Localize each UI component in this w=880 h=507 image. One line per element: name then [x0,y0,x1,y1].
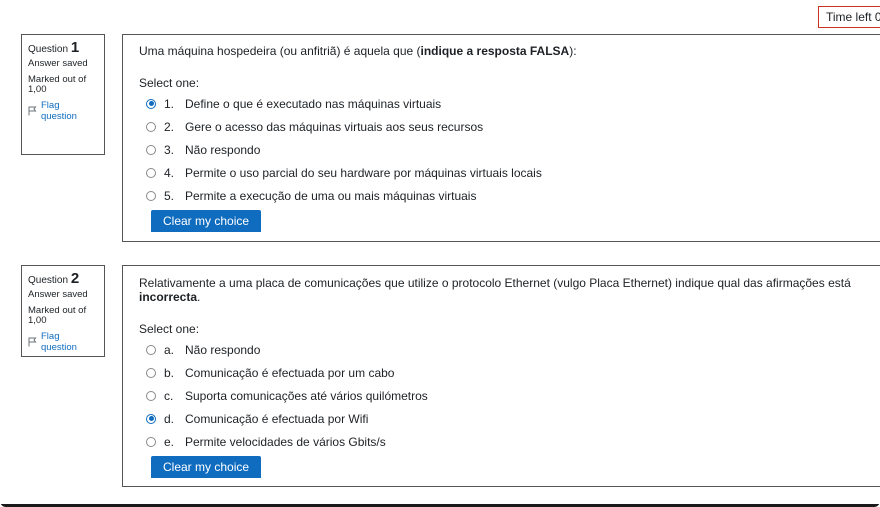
question-number: Question 1 [28,39,98,56]
time-left-indicator: Time left 0 [818,6,880,28]
answer-number: 4. [164,165,175,180]
answer-label: Permite a execução de uma ou mais máquin… [185,188,477,203]
question-info-2: Question 2 Answer saved Marked out of 1,… [21,265,105,357]
radio-button[interactable] [146,144,156,155]
answer-label: Define o que é executado nas máquinas vi… [185,96,442,111]
radio-button[interactable] [146,344,156,355]
answer-label: Comunicação é efectuada por um cabo [185,365,395,380]
radio-button[interactable] [146,167,156,178]
answer-number: d. [164,411,175,426]
quiz-page: Time left 0 Question 1 Answer saved Mark… [0,0,880,507]
answer-option[interactable]: 3. Não respondo [139,138,866,161]
answer-number: 5. [164,188,175,203]
answer-number: 2. [164,119,175,134]
flag-icon [28,337,37,347]
question-content-1: Uma máquina hospedeira (ou anfitriã) é a… [122,34,880,242]
radio-button[interactable] [146,367,156,378]
flag-question-label: Flag question [41,331,77,353]
question-label: Question [28,44,69,55]
question-text-part: . [197,290,201,304]
question-state: Answer saved [28,289,88,300]
question-state: Answer saved [28,58,88,69]
answer-options: 1. Define o que é executado nas máquinas … [139,92,866,207]
radio-button[interactable] [146,190,156,201]
question-grade: Marked out of 1,00 [28,74,87,95]
radio-button[interactable] [146,121,156,132]
radio-button[interactable] [146,413,156,424]
question-number-value: 1 [70,39,80,56]
question-label: Question [28,275,69,286]
flag-question-link[interactable]: Flag question [28,100,98,122]
answer-number: 3. [164,142,175,157]
question-info-1: Question 1 Answer saved Marked out of 1,… [21,34,105,155]
question-content-2: Relativamente a uma placa de comunicaçõe… [122,265,880,487]
flag-question-link[interactable]: Flag question [28,331,98,353]
answer-number: b. [164,365,175,380]
answer-option[interactable]: d. Comunicação é efectuada por Wifi [139,407,866,430]
answer-options: a. Não respondo b. Comunicação é efectuada… [139,338,866,453]
answer-label: Permite o uso parcial do seu hardware po… [185,165,542,180]
answer-number: 1. [164,96,175,111]
answer-option[interactable]: e. Permite velocidades de vários Gbits/s [139,430,866,453]
answer-label: Não respondo [185,142,261,157]
answer-option[interactable]: b. Comunicação é efectuada por um cabo [139,361,866,384]
radio-button[interactable] [146,436,156,447]
question-text-part: ): [569,44,577,58]
answer-option[interactable]: a. Não respondo [139,338,866,361]
question-grade: Marked out of 1,00 [28,305,87,326]
answer-number: c. [164,388,174,403]
question-text: Relativamente a uma placa de comunicaçõe… [139,276,866,304]
question-text-emphasis: indique a resposta FALSA [420,44,570,58]
question-text-part: Uma máquina hospedeira (ou anfitriã) é a… [139,44,421,58]
answer-label: Comunicação é efectuada por Wifi [185,411,369,426]
clear-choice-button[interactable]: Clear my choice [151,210,262,232]
time-left-text: Time left 0 [826,10,880,24]
answer-option[interactable]: 4. Permite o uso parcial do seu hardware … [139,161,866,184]
answer-number: e. [164,434,175,449]
select-prompt: Select one: [139,322,200,336]
question-text-emphasis: incorrecta [139,290,198,304]
flag-icon [28,106,37,116]
question-text-part: Relativamente a uma placa de comunicaçõe… [139,276,851,290]
answer-number: a. [164,342,175,357]
radio-button[interactable] [146,390,156,401]
answer-option[interactable]: 5. Permite a execução de uma ou mais máqu… [139,184,866,207]
clear-choice-button[interactable]: Clear my choice [151,456,262,478]
answer-option[interactable]: 1. Define o que é executado nas máquinas … [139,92,866,115]
flag-question-label: Flag question [41,100,77,122]
question-text: Uma máquina hospedeira (ou anfitriã) é a… [139,44,866,58]
answer-label: Suporta comunicações até vários quilómet… [185,388,428,403]
answer-option[interactable]: c. Suporta comunicações até vários quilóm… [139,384,866,407]
answer-label: Não respondo [185,342,261,357]
select-prompt: Select one: [139,76,200,90]
answer-label: Gere o acesso das máquinas virtuais aos … [185,119,484,134]
question-number: Question 2 [28,270,98,287]
radio-button[interactable] [146,98,156,109]
question-number-value: 2 [70,270,80,287]
answer-option[interactable]: 2. Gere o acesso das máquinas virtuais ao… [139,115,866,138]
answer-label: Permite velocidades de vários Gbits/s [185,434,386,449]
